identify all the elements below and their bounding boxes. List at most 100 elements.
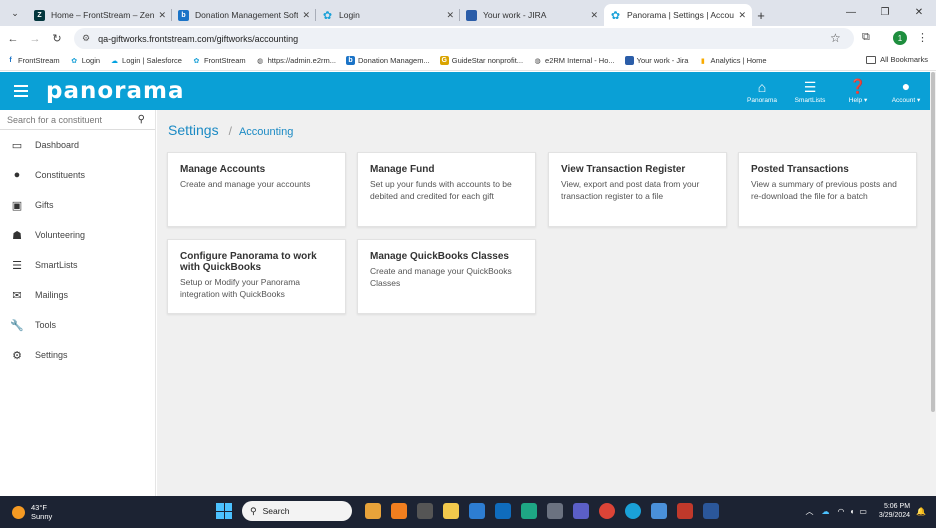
bookmark-item[interactable]: G GuideStar nonprofit...: [439, 56, 523, 65]
bookmark-item[interactable]: Your work - Jira: [624, 56, 688, 65]
app-icon[interactable]: [547, 503, 563, 519]
app-icon[interactable]: [625, 503, 641, 519]
browser-tab[interactable]: Z Home – FrontStream – Zendesk ✕: [28, 4, 172, 26]
browser-tab-strip: ⌄ Z Home – FrontStream – Zendesk ✕ b Don…: [0, 0, 936, 26]
card-manage-accounts[interactable]: Manage Accounts Create and manage your a…: [167, 152, 346, 227]
close-icon[interactable]: ✕: [446, 10, 454, 21]
sidebar-item-dashboard[interactable]: ▭ Dashboard: [0, 130, 155, 160]
windows-start-icon[interactable]: [216, 503, 232, 519]
forward-icon[interactable]: →: [24, 33, 46, 45]
bookmark-item[interactable]: ✿ FrontStream: [192, 56, 246, 65]
restore-icon[interactable]: ❐: [868, 0, 902, 24]
browser-tab[interactable]: ✿ Login ✕: [316, 4, 460, 26]
weather-condition: Sunny: [31, 512, 53, 521]
extensions-icon[interactable]: ⧉: [862, 31, 870, 44]
hamburger-menu-icon[interactable]: [14, 82, 28, 100]
back-icon[interactable]: ←: [2, 33, 24, 45]
app-icon[interactable]: [651, 503, 667, 519]
task-view-icon[interactable]: [417, 503, 433, 519]
weather-widget[interactable]: 43°F Sunny: [12, 503, 52, 521]
breadcrumb-settings[interactable]: Settings: [168, 122, 219, 138]
browser-tab[interactable]: b Donation Management Softwa ✕: [172, 4, 316, 26]
bookmark-label: e2RM Internal - Ho...: [545, 56, 615, 65]
panorama-logo[interactable]: panorama: [46, 78, 185, 104]
wrench-icon: 🔧: [10, 319, 24, 332]
outlook-icon[interactable]: [495, 503, 511, 519]
reload-icon[interactable]: ↻: [46, 32, 68, 45]
nav-smartlists[interactable]: ☰ SmartLists: [786, 72, 834, 110]
widgets-icon[interactable]: [365, 503, 381, 519]
card-posted-transactions[interactable]: Posted Transactions View a summary of pr…: [738, 152, 917, 227]
all-bookmarks-button[interactable]: All Bookmarks: [866, 55, 928, 64]
chevron-up-icon[interactable]: ︿: [805, 506, 813, 517]
taskbar-search[interactable]: ⚲ Search: [242, 501, 352, 521]
wifi-icon[interactable]: ◠: [837, 507, 844, 516]
nav-label: Help ▾: [848, 97, 868, 104]
battery-icon[interactable]: ▭: [859, 507, 867, 516]
notification-bell-icon[interactable]: 🔔: [916, 507, 926, 516]
sidebar-item-smartlists[interactable]: ☰ SmartLists: [0, 250, 155, 280]
edge-icon[interactable]: [521, 503, 537, 519]
search-input[interactable]: [7, 114, 127, 125]
jira-icon: [624, 56, 634, 65]
close-icon[interactable]: ✕: [158, 10, 166, 21]
bookmark-item[interactable]: ☁ Login | Salesforce: [110, 56, 182, 65]
browser-tab-active[interactable]: ✿ Panorama | Settings | Accountin ✕: [604, 4, 752, 26]
bookmark-item[interactable]: ▮ Analytics | Home: [698, 56, 767, 65]
word-icon[interactable]: [703, 503, 719, 519]
close-window-icon[interactable]: ✕: [902, 0, 936, 24]
nav-help[interactable]: ❓ Help ▾: [834, 72, 882, 110]
card-manage-fund[interactable]: Manage Fund Set up your funds with accou…: [357, 152, 536, 227]
tab-title: Donation Management Softwa: [195, 10, 299, 20]
sidebar-item-mailings[interactable]: ✉ Mailings: [0, 280, 155, 310]
app-icon[interactable]: [391, 503, 407, 519]
card-view-transaction-register[interactable]: View Transaction Register View, export a…: [548, 152, 727, 227]
menu-icon[interactable]: ⋮: [917, 31, 928, 44]
panorama-icon: ✿: [193, 57, 200, 65]
sidebar-item-label: Mailings: [35, 290, 69, 300]
minimize-icon[interactable]: —: [834, 0, 868, 24]
nav-account[interactable]: ● Account ▾: [882, 72, 930, 110]
site-info-icon[interactable]: ⚙: [82, 33, 90, 44]
onedrive-icon[interactable]: ☁: [821, 507, 829, 516]
nav-panorama[interactable]: ⌂ Panorama: [738, 72, 786, 110]
card-configure-quickbooks[interactable]: Configure Panorama to work with QuickBoo…: [167, 239, 346, 314]
sidebar-item-tools[interactable]: 🔧 Tools: [0, 310, 155, 340]
sidebar-item-settings[interactable]: ⚙ Settings: [0, 340, 155, 370]
constituent-search: ⚲: [0, 110, 155, 130]
bookmark-item[interactable]: ✿ Login: [70, 56, 100, 65]
card-manage-quickbooks-classes[interactable]: Manage QuickBooks Classes Create and man…: [357, 239, 536, 314]
volume-icon[interactable]: ◖: [849, 507, 854, 516]
tab-search-icon[interactable]: ⌄: [4, 2, 26, 24]
bookmark-item[interactable]: f FrontStream: [6, 56, 59, 65]
breadcrumb-accounting: Accounting: [238, 126, 294, 138]
bookmark-item[interactable]: ◍ e2RM Internal - Ho...: [533, 56, 615, 65]
sidebar-item-constituents[interactable]: ● Constituents: [0, 160, 155, 190]
gift-icon: ▣: [11, 199, 23, 212]
chrome-icon[interactable]: [599, 503, 615, 519]
page-scrollbar[interactable]: [930, 72, 936, 496]
bookmark-star-icon[interactable]: ☆: [830, 31, 841, 45]
profile-avatar[interactable]: 1: [893, 31, 907, 45]
file-explorer-icon[interactable]: [443, 503, 459, 519]
teams-icon[interactable]: [573, 503, 589, 519]
sidebar-item-gifts[interactable]: ▣ Gifts: [0, 190, 155, 220]
close-icon[interactable]: ✕: [738, 10, 746, 21]
close-icon[interactable]: ✕: [302, 10, 310, 21]
url-field[interactable]: ⚙ qa-giftworks.frontstream.com/giftworks…: [74, 28, 854, 49]
sidebar-item-volunteering[interactable]: ☗ Volunteering: [0, 220, 155, 250]
close-icon[interactable]: ✕: [590, 10, 598, 21]
clock[interactable]: 5:06 PM 3/29/2024: [879, 502, 910, 520]
search-icon[interactable]: ⚲: [138, 114, 145, 125]
gear-icon: ⚙: [12, 349, 22, 362]
calendar-icon[interactable]: [469, 503, 485, 519]
new-tab-button[interactable]: +: [752, 4, 770, 26]
sidebar-item-label: SmartLists: [35, 260, 78, 270]
tab-title: Panorama | Settings | Accountin: [627, 10, 734, 20]
bookmark-item[interactable]: b Donation Managem...: [346, 56, 430, 65]
clock-time: 5:06 PM: [883, 503, 911, 510]
app-icon[interactable]: [677, 503, 693, 519]
browser-tab[interactable]: Your work - JIRA ✕: [460, 4, 604, 26]
bookmark-item[interactable]: ◍ https://admin.e2rm...: [256, 56, 336, 65]
mail-icon: ✉: [12, 289, 22, 302]
